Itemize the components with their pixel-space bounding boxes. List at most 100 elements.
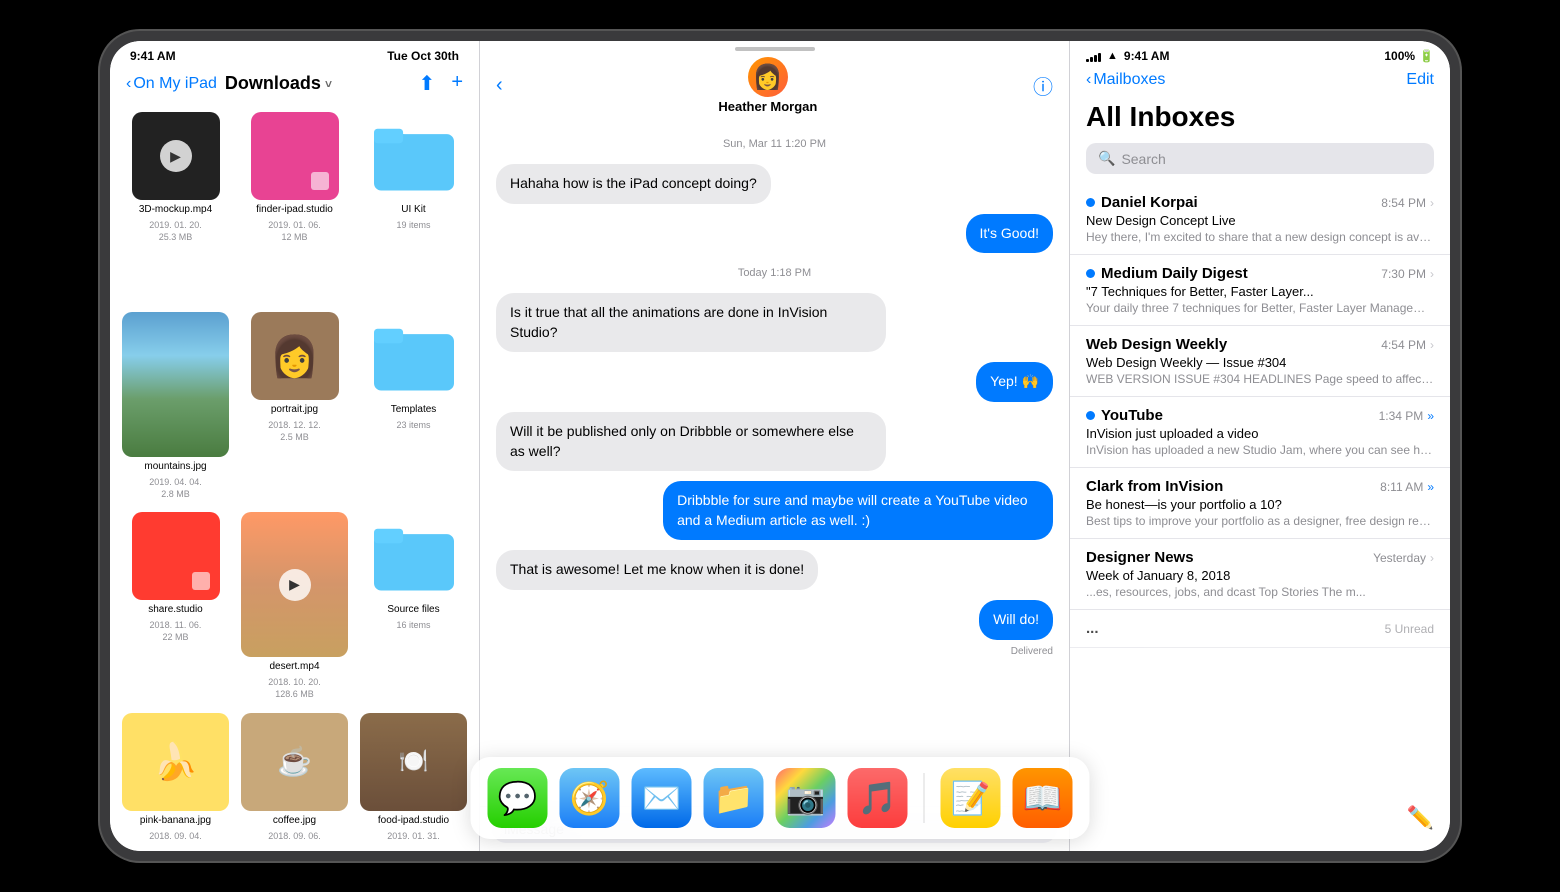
ipad-frame: 9:41 AM Tue Oct 30th ‹ On My iPad Downlo… — [100, 31, 1460, 861]
file-meta-finder: 2019. 01. 06.12 MB — [268, 220, 321, 243]
mail-item-3[interactable]: Web Design Weekly 4:54 PM › Web Design W… — [1070, 326, 1450, 397]
file-item-source-files[interactable]: Source files 16 items — [360, 512, 467, 700]
sender-name-partial: ... — [1086, 620, 1099, 637]
signal-bar-4 — [1098, 53, 1101, 62]
mail-time-2: 7:30 PM › — [1381, 267, 1434, 281]
files-back-label: On My iPad — [133, 75, 217, 93]
file-item-share-studio[interactable]: share.studio 2018. 11. 06.22 MB — [122, 512, 229, 700]
files-app-icon: 📁 — [714, 779, 754, 817]
file-item-desert[interactable]: ▶ desert.mp4 2018. 10. 20.128.6 MB — [241, 512, 348, 700]
msg-sent-4: Will do! — [979, 600, 1053, 640]
title-chevron-icon: ˅ — [325, 77, 332, 91]
msg-date-2: Today 1:18 PM — [496, 267, 1053, 279]
dock-safari-icon[interactable]: 🧭 — [560, 768, 620, 828]
file-name-share: share.studio — [148, 604, 202, 616]
file-thumb-food: 🍽️ — [360, 713, 467, 812]
studio-square-icon — [311, 172, 329, 190]
file-meta-portrait: 2018. 12. 12.2.5 MB — [268, 420, 321, 443]
file-item-portrait[interactable]: 👩 portrait.jpg 2018. 12. 12.2.5 MB — [241, 312, 348, 500]
photos-app-icon: 📷 — [786, 779, 826, 817]
time-text-2: 7:30 PM — [1381, 267, 1426, 281]
mail-nav: ‹ Mailboxes Edit — [1070, 67, 1450, 97]
file-item-mountains[interactable]: mountains.jpg 2019. 04. 04.2.8 MB — [122, 312, 229, 500]
panels-container: 9:41 AM Tue Oct 30th ‹ On My iPad Downlo… — [110, 41, 1450, 851]
mail-subject-3: Web Design Weekly — Issue #304 — [1086, 355, 1434, 370]
mail-item-4[interactable]: YouTube 1:34 PM » InVision just uploaded… — [1070, 397, 1450, 468]
files-title-text: Downloads — [225, 73, 321, 94]
mail-item-1[interactable]: Daniel Korpai 8:54 PM › New Design Conce… — [1070, 184, 1450, 255]
share-icon[interactable]: ⬆ — [419, 71, 436, 96]
mail-back-button[interactable]: ‹ Mailboxes — [1086, 71, 1165, 89]
files-nav: ‹ On My iPad Downloads ˅ ⬆ + — [110, 67, 479, 104]
file-name-finder: finder-ipad.studio — [256, 204, 333, 216]
mail-item-6[interactable]: Designer News Yesterday › Week of Januar… — [1070, 539, 1450, 610]
mail-item-partial-header: ... 5 Unread — [1086, 620, 1434, 637]
sender-name-6: Designer News — [1086, 549, 1194, 566]
file-thumb-banana: 🍌 — [122, 713, 229, 812]
mail-preview-1: Hey there, I'm excited to share that a n… — [1086, 230, 1434, 244]
compose-button[interactable]: ✏️ — [1407, 805, 1434, 831]
add-icon[interactable]: + — [451, 71, 463, 96]
desert-play-icon: ▶ — [279, 569, 311, 601]
unread-count-text: 5 Unread — [1385, 622, 1434, 636]
file-count-source: 16 items — [396, 620, 430, 630]
sender-name-5: Clark from InVision — [1086, 478, 1223, 495]
dock-files-icon[interactable]: 📁 — [704, 768, 764, 828]
msg-sent-3: Dribbble for sure and maybe will create … — [663, 481, 1053, 540]
msg-received-1: Hahaha how is the iPad concept doing? — [496, 164, 771, 204]
dock-notes-icon[interactable]: 📝 — [941, 768, 1001, 828]
msg-sent-2: Yep! 🙌 — [976, 362, 1053, 402]
signal-bar-2 — [1090, 57, 1093, 62]
mail-sender-6: Designer News — [1086, 549, 1194, 566]
file-meta-share: 2018. 11. 06.22 MB — [150, 620, 202, 643]
unread-dot-4 — [1086, 411, 1095, 420]
file-name-portrait: portrait.jpg — [271, 404, 318, 416]
file-item-3d-mockup[interactable]: ▶ 3D-mockup.mp4 2019. 01. 20.25.3 MB — [122, 112, 229, 300]
file-item-coffee[interactable]: ☕ coffee.jpg 2018. 09. 06. — [241, 713, 348, 843]
mail-title: All Inboxes — [1070, 97, 1450, 143]
play-icon: ▶ — [160, 140, 192, 172]
files-back-button[interactable]: ‹ On My iPad — [126, 75, 217, 93]
mail-item-5[interactable]: Clark from InVision 8:11 AM » Be honest—… — [1070, 468, 1450, 539]
mail-item-partial[interactable]: ... 5 Unread — [1070, 610, 1450, 648]
dock-books-icon[interactable]: 📖 — [1013, 768, 1073, 828]
messages-info-button[interactable]: ⓘ — [1033, 71, 1053, 100]
file-name-3d: 3D-mockup.mp4 — [139, 204, 212, 216]
dock-messages-icon[interactable]: 💬 — [488, 768, 548, 828]
mail-sender-partial: ... — [1086, 620, 1099, 637]
file-item-ui-kit[interactable]: UI Kit 19 items — [360, 112, 467, 300]
mail-search-bar[interactable]: 🔍 Search — [1086, 143, 1434, 174]
mail-sender-2: Medium Daily Digest — [1086, 265, 1248, 282]
dock-mail-icon[interactable]: ✉️ — [632, 768, 692, 828]
time-text-4: 1:34 PM — [1379, 409, 1424, 423]
file-item-food-studio[interactable]: 🍽️ food-ipad.studio 2019. 01. 31. — [360, 713, 467, 843]
signal-bar-3 — [1094, 55, 1097, 62]
mail-time-6: Yesterday › — [1373, 551, 1434, 565]
sender-name-2: Medium Daily Digest — [1101, 265, 1248, 282]
file-meta-3d: 2019. 01. 20.25.3 MB — [149, 220, 202, 243]
messages-panel: ‹ 👩 Heather Morgan ⓘ Sun, Mar 11 1:20 PM… — [480, 41, 1070, 851]
file-thumb-share — [132, 512, 220, 600]
messages-back-button[interactable]: ‹ — [496, 74, 503, 97]
dock-photos-icon[interactable]: 📷 — [776, 768, 836, 828]
msg-received-2: Is it true that all the animations are d… — [496, 293, 886, 352]
mail-panel: ▲ 9:41 AM 100% 🔋 ‹ Mailboxes Edit All — [1070, 41, 1450, 851]
source-folder-icon — [374, 521, 454, 591]
file-thumb-3d-mockup: ▶ — [132, 112, 220, 200]
files-status-bar: 9:41 AM Tue Oct 30th — [110, 41, 479, 67]
dock-music-icon[interactable]: 🎵 — [848, 768, 908, 828]
file-count-ui-kit: 19 items — [396, 220, 430, 230]
mail-item-3-header: Web Design Weekly 4:54 PM › — [1086, 336, 1434, 353]
file-meta-desert: 2018. 10. 20.128.6 MB — [268, 677, 321, 700]
file-thumb-desert: ▶ — [241, 512, 348, 657]
file-name-mountains: mountains.jpg — [144, 461, 206, 473]
messages-list: Sun, Mar 11 1:20 PM Hahaha how is the iP… — [480, 122, 1069, 806]
file-item-banana[interactable]: 🍌 pink-banana.jpg 2018. 09. 04. — [122, 713, 229, 843]
mail-item-2[interactable]: Medium Daily Digest 7:30 PM › "7 Techniq… — [1070, 255, 1450, 326]
file-item-finder-studio[interactable]: finder-ipad.studio 2019. 01. 06.12 MB — [241, 112, 348, 300]
mail-edit-button[interactable]: Edit — [1406, 71, 1434, 89]
mail-sender-5: Clark from InVision — [1086, 478, 1223, 495]
file-item-templates[interactable]: Templates 23 items — [360, 312, 467, 500]
contact-avatar: 👩 — [748, 57, 788, 97]
contact-name: Heather Morgan — [718, 99, 817, 114]
